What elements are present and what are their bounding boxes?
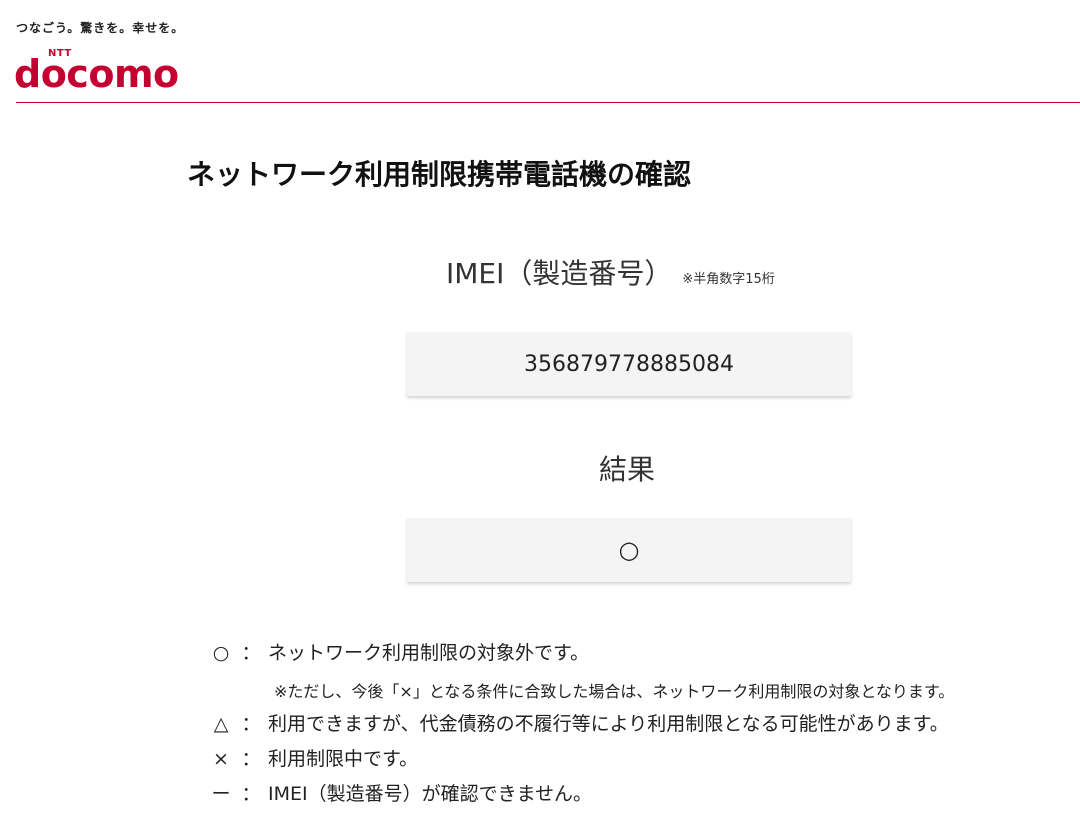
- legend-symbol-dash: ー: [211, 783, 231, 805]
- result-value-box: ○: [407, 518, 851, 582]
- imei-value: 356879778885084: [524, 351, 734, 377]
- imei-label-row: IMEI（製造番号） ※半角数字15桁: [446, 252, 775, 292]
- legend-item-ok: ○ ： ネットワーク利用制限の対象外です。: [208, 638, 589, 665]
- result-value: ○: [618, 536, 640, 564]
- docomo-logo[interactable]: NTT docomo: [14, 48, 214, 94]
- legend-item-warning: △ ： 利用できますが、代金債務の不履行等により利用制限となる可能性があります。: [208, 709, 949, 736]
- logo-wordmark: docomo: [14, 52, 179, 96]
- legend-item-unknown: ー ： IMEI（製造番号）が確認できません。: [208, 779, 592, 806]
- legend-symbol-circle: ○: [212, 642, 230, 664]
- legend-text: ネットワーク利用制限の対象外です。: [268, 642, 590, 664]
- legend-symbol-cross: ×: [213, 748, 229, 770]
- legend-symbol-triangle: △: [213, 713, 229, 735]
- result-label: 結果: [599, 453, 656, 486]
- imei-note: ※半角数字15桁: [682, 272, 775, 287]
- page: つなごう。驚きを。幸せを。 NTT docomo ネットワーク利用制限携帯電話機…: [0, 0, 1080, 829]
- legend-colon: ：: [241, 713, 261, 735]
- header-divider: [16, 102, 1080, 103]
- legend-note: ※ただし、今後「×」となる条件に合致した場合は、ネットワーク利用制限の対象となり…: [274, 682, 955, 701]
- page-title: ネットワーク利用制限携帯電話機の確認: [187, 158, 692, 191]
- legend-colon: ：: [241, 642, 261, 664]
- imei-value-field[interactable]: 356879778885084: [407, 332, 851, 396]
- legend-text: IMEI（製造番号）が確認できません。: [268, 783, 593, 805]
- legend-text: 利用できますが、代金債務の不履行等により利用制限となる可能性があります。: [268, 713, 949, 735]
- imei-label: IMEI（製造番号）: [446, 257, 673, 290]
- legend-colon: ：: [241, 783, 261, 805]
- brand-tagline: つなごう。驚きを。幸せを。: [16, 21, 185, 35]
- legend-colon: ：: [241, 748, 261, 770]
- legend-text: 利用制限中です。: [268, 748, 419, 770]
- legend-item-restricted: × ： 利用制限中です。: [208, 744, 418, 771]
